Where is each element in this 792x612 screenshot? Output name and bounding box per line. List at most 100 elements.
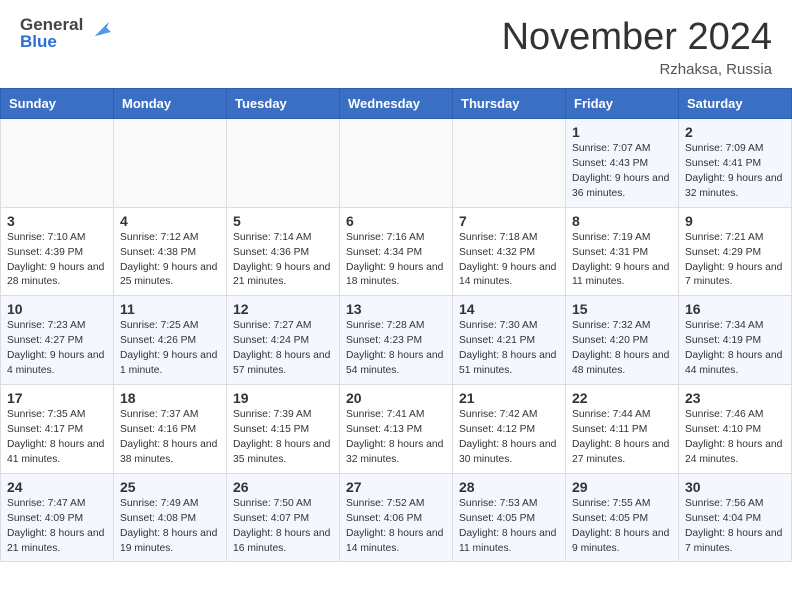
logo-general: General bbox=[20, 16, 83, 33]
day-info: Sunrise: 7:16 AM Sunset: 4:34 PM Dayligh… bbox=[346, 232, 446, 288]
day-number: 20 bbox=[346, 390, 446, 406]
day-number: 29 bbox=[572, 479, 672, 495]
day-info: Sunrise: 7:12 AM Sunset: 4:38 PM Dayligh… bbox=[120, 232, 220, 288]
day-number: 23 bbox=[685, 390, 785, 406]
weekday-header-sunday: Sunday bbox=[1, 89, 114, 119]
day-number: 6 bbox=[346, 213, 446, 229]
calendar-day-15: 15Sunrise: 7:32 AM Sunset: 4:20 PM Dayli… bbox=[566, 296, 679, 385]
calendar-day-23: 23Sunrise: 7:46 AM Sunset: 4:10 PM Dayli… bbox=[679, 385, 792, 474]
calendar-day-5: 5Sunrise: 7:14 AM Sunset: 4:36 PM Daylig… bbox=[227, 207, 340, 296]
day-number: 15 bbox=[572, 301, 672, 317]
day-info: Sunrise: 7:52 AM Sunset: 4:06 PM Dayligh… bbox=[346, 498, 446, 554]
calendar-day-4: 4 Sunrise: 7:12 AM Sunset: 4:38 PM Daylig… bbox=[114, 207, 227, 296]
day-number: 27 bbox=[346, 479, 446, 495]
day-number: 8 bbox=[572, 213, 672, 229]
calendar-day-3: 3 Sunrise: 7:10 AM Sunset: 4:39 PM Daylig… bbox=[1, 207, 114, 296]
day-info: Sunrise: 7:25 AM Sunset: 4:26 PM Dayligh… bbox=[120, 320, 220, 376]
calendar-table: SundayMondayTuesdayWednesdayThursdayFrid… bbox=[0, 88, 792, 562]
calendar-day-9: 9 Sunrise: 7:21 AM Sunset: 4:29 PM Daylig… bbox=[679, 207, 792, 296]
day-number: 1 bbox=[572, 124, 672, 140]
calendar-day-6: 6 Sunrise: 7:16 AM Sunset: 4:34 PM Daylig… bbox=[340, 207, 453, 296]
day-info: Sunrise: 7:39 AM Sunset: 4:15 PM Dayligh… bbox=[233, 409, 333, 465]
logo: General Blue bbox=[20, 16, 117, 50]
day-number: 18 bbox=[120, 390, 220, 406]
day-info: Sunrise: 7:55 AM Sunset: 4:05 PM Dayligh… bbox=[572, 498, 672, 554]
day-info: Sunrise: 7:34 AM Sunset: 4:19 PM Dayligh… bbox=[685, 320, 785, 376]
day-number: 11 bbox=[120, 301, 220, 317]
day-number: 26 bbox=[233, 479, 333, 495]
day-number: 3 bbox=[7, 213, 107, 229]
day-info: Sunrise: 7:23 AM Sunset: 4:27 PM Dayligh… bbox=[7, 320, 107, 376]
day-number: 4 bbox=[120, 213, 220, 229]
calendar-day-2: 2 Sunrise: 7:09 AM Sunset: 4:41 PM Daylig… bbox=[679, 119, 792, 208]
day-info: Sunrise: 7:30 AM Sunset: 4:21 PM Dayligh… bbox=[459, 320, 559, 376]
day-info: Sunrise: 7:56 AM Sunset: 4:04 PM Dayligh… bbox=[685, 498, 785, 554]
day-number: 24 bbox=[7, 479, 107, 495]
day-info: Sunrise: 7:28 AM Sunset: 4:23 PM Dayligh… bbox=[346, 320, 446, 376]
day-info: Sunrise: 7:49 AM Sunset: 4:08 PM Dayligh… bbox=[120, 498, 220, 554]
calendar-day-8: 8 Sunrise: 7:19 AM Sunset: 4:31 PM Daylig… bbox=[566, 207, 679, 296]
calendar-week-3: 10 Sunrise: 7:23 AM Sunset: 4:27 PM Dayli… bbox=[1, 296, 792, 385]
calendar-day-27: 27 Sunrise: 7:52 AM Sunset: 4:06 PM Dayli… bbox=[340, 473, 453, 562]
weekday-header-monday: Monday bbox=[114, 89, 227, 119]
day-number: 2 bbox=[685, 124, 785, 140]
day-number: 13 bbox=[346, 301, 446, 317]
calendar-week-1: 1 Sunrise: 7:07 AM Sunset: 4:43 PM Daylig… bbox=[1, 119, 792, 208]
weekday-header-saturday: Saturday bbox=[679, 89, 792, 119]
calendar-day-29: 29 Sunrise: 7:55 AM Sunset: 4:05 PM Dayli… bbox=[566, 473, 679, 562]
calendar-day-11: 11 Sunrise: 7:25 AM Sunset: 4:26 PM Dayli… bbox=[114, 296, 227, 385]
calendar-day-30: 30Sunrise: 7:56 AM Sunset: 4:04 PM Dayli… bbox=[679, 473, 792, 562]
day-info: Sunrise: 7:53 AM Sunset: 4:05 PM Dayligh… bbox=[459, 498, 559, 554]
header: General Blue November 2024 Rzhaksa, Russ… bbox=[0, 0, 792, 88]
calendar-day-18: 18 Sunrise: 7:37 AM Sunset: 4:16 PM Dayli… bbox=[114, 385, 227, 474]
empty-cell bbox=[1, 119, 114, 208]
title-block: November 2024 Rzhaksa, Russia bbox=[502, 16, 772, 78]
logo-text: General Blue bbox=[20, 16, 83, 50]
day-number: 17 bbox=[7, 390, 107, 406]
day-info: Sunrise: 7:44 AM Sunset: 4:11 PM Dayligh… bbox=[572, 409, 672, 465]
location: Rzhaksa, Russia bbox=[502, 61, 772, 78]
logo-blue: Blue bbox=[20, 33, 83, 50]
day-info: Sunrise: 7:09 AM Sunset: 4:41 PM Dayligh… bbox=[685, 143, 785, 199]
empty-cell bbox=[114, 119, 227, 208]
weekday-header-friday: Friday bbox=[566, 89, 679, 119]
calendar-day-28: 28 Sunrise: 7:53 AM Sunset: 4:05 PM Dayli… bbox=[453, 473, 566, 562]
calendar-day-26: 26 Sunrise: 7:50 AM Sunset: 4:07 PM Dayli… bbox=[227, 473, 340, 562]
calendar-day-14: 14 Sunrise: 7:30 AM Sunset: 4:21 PM Dayli… bbox=[453, 296, 566, 385]
calendar-day-7: 7Sunrise: 7:18 AM Sunset: 4:32 PM Daylig… bbox=[453, 207, 566, 296]
day-number: 22 bbox=[572, 390, 672, 406]
calendar-week-5: 24Sunrise: 7:47 AM Sunset: 4:09 PM Dayli… bbox=[1, 473, 792, 562]
day-number: 9 bbox=[685, 213, 785, 229]
day-number: 28 bbox=[459, 479, 559, 495]
calendar-day-20: 20Sunrise: 7:41 AM Sunset: 4:13 PM Dayli… bbox=[340, 385, 453, 474]
weekday-header-thursday: Thursday bbox=[453, 89, 566, 119]
calendar-day-25: 25Sunrise: 7:49 AM Sunset: 4:08 PM Dayli… bbox=[114, 473, 227, 562]
calendar-day-12: 12Sunrise: 7:27 AM Sunset: 4:24 PM Dayli… bbox=[227, 296, 340, 385]
day-info: Sunrise: 7:42 AM Sunset: 4:12 PM Dayligh… bbox=[459, 409, 559, 465]
day-info: Sunrise: 7:21 AM Sunset: 4:29 PM Dayligh… bbox=[685, 232, 785, 288]
day-info: Sunrise: 7:37 AM Sunset: 4:16 PM Dayligh… bbox=[120, 409, 220, 465]
day-number: 21 bbox=[459, 390, 559, 406]
day-number: 5 bbox=[233, 213, 333, 229]
day-info: Sunrise: 7:10 AM Sunset: 4:39 PM Dayligh… bbox=[7, 232, 107, 288]
empty-cell bbox=[227, 119, 340, 208]
day-info: Sunrise: 7:27 AM Sunset: 4:24 PM Dayligh… bbox=[233, 320, 333, 376]
day-info: Sunrise: 7:19 AM Sunset: 4:31 PM Dayligh… bbox=[572, 232, 672, 288]
calendar-day-19: 19 Sunrise: 7:39 AM Sunset: 4:15 PM Dayli… bbox=[227, 385, 340, 474]
day-info: Sunrise: 7:18 AM Sunset: 4:32 PM Dayligh… bbox=[459, 232, 559, 288]
day-info: Sunrise: 7:07 AM Sunset: 4:43 PM Dayligh… bbox=[572, 143, 672, 199]
weekday-header-wednesday: Wednesday bbox=[340, 89, 453, 119]
calendar-day-21: 21 Sunrise: 7:42 AM Sunset: 4:12 PM Dayli… bbox=[453, 385, 566, 474]
calendar-day-22: 22 Sunrise: 7:44 AM Sunset: 4:11 PM Dayli… bbox=[566, 385, 679, 474]
weekday-header-tuesday: Tuesday bbox=[227, 89, 340, 119]
calendar-week-4: 17Sunrise: 7:35 AM Sunset: 4:17 PM Dayli… bbox=[1, 385, 792, 474]
calendar-day-1: 1 Sunrise: 7:07 AM Sunset: 4:43 PM Daylig… bbox=[566, 119, 679, 208]
calendar-day-16: 16Sunrise: 7:34 AM Sunset: 4:19 PM Dayli… bbox=[679, 296, 792, 385]
day-info: Sunrise: 7:50 AM Sunset: 4:07 PM Dayligh… bbox=[233, 498, 333, 554]
day-number: 10 bbox=[7, 301, 107, 317]
month-title: November 2024 bbox=[502, 16, 772, 59]
day-number: 14 bbox=[459, 301, 559, 317]
day-number: 19 bbox=[233, 390, 333, 406]
empty-cell bbox=[340, 119, 453, 208]
calendar-day-24: 24Sunrise: 7:47 AM Sunset: 4:09 PM Dayli… bbox=[1, 473, 114, 562]
